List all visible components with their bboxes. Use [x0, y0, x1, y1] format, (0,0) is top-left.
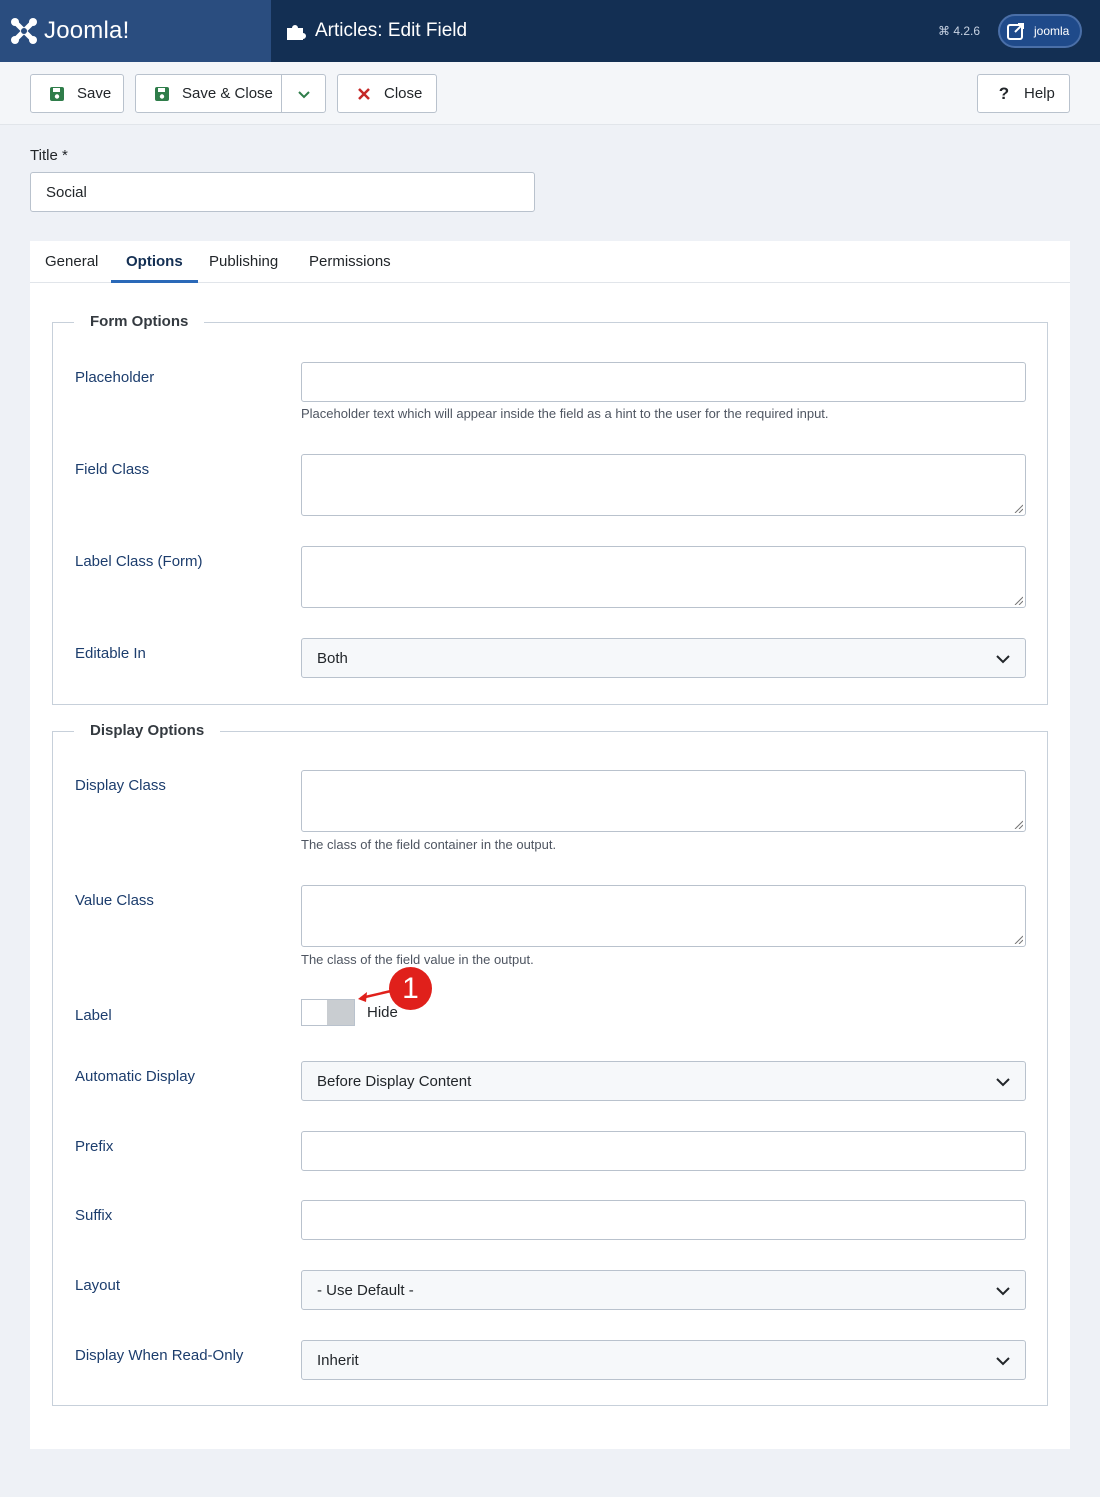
- save-button[interactable]: Save: [30, 74, 124, 113]
- question-icon: ?: [998, 83, 1010, 103]
- save-close-button[interactable]: Save & Close: [135, 74, 282, 113]
- display-class-label: Display Class: [75, 777, 166, 794]
- editable-in-value: Both: [317, 649, 348, 667]
- chevron-down-icon: [297, 90, 310, 98]
- save-close-label: Save & Close: [182, 85, 273, 102]
- user-label: joomla: [1034, 24, 1070, 38]
- logo-text: Joomla!: [44, 17, 130, 44]
- label-toggle-state: Hide: [367, 1004, 398, 1021]
- resize-grip-icon[interactable]: [1013, 819, 1023, 829]
- save-options-dropdown-button[interactable]: [281, 74, 326, 113]
- layout-label: Layout: [75, 1277, 121, 1294]
- suffix-label: Suffix: [75, 1207, 113, 1224]
- prefix-label: Prefix: [75, 1138, 114, 1155]
- help-button[interactable]: ? Help: [977, 74, 1070, 113]
- resize-grip-icon[interactable]: [1013, 503, 1023, 513]
- chevron-down-icon: [996, 1287, 1010, 1296]
- close-label: Close: [384, 85, 423, 102]
- save-icon: [155, 86, 169, 101]
- toggle-knob: [327, 1000, 354, 1025]
- value-class-hint: The class of the field value in the outp…: [301, 952, 534, 967]
- chevron-down-icon: [996, 1078, 1010, 1087]
- header-bar: Joomla! Articles: Edit Field ⌘ 4.2.6 joo…: [0, 0, 1100, 62]
- display-options-legend: Display Options: [74, 722, 221, 739]
- version-label: ⌘ 4.2.6: [938, 24, 981, 38]
- editable-in-label: Editable In: [75, 645, 146, 662]
- puzzle-icon: [287, 25, 306, 40]
- label-field-label: Label: [75, 1007, 112, 1024]
- external-link-icon: [1007, 23, 1024, 40]
- display-class-hint: The class of the field container in the …: [301, 837, 557, 852]
- read-only-label: Display When Read-Only: [75, 1347, 244, 1364]
- form-options-legend: Form Options: [74, 313, 205, 330]
- read-only-select[interactable]: Inherit: [301, 1340, 1026, 1380]
- resize-grip-icon[interactable]: [1013, 934, 1023, 944]
- label-class-label: Label Class (Form): [75, 553, 203, 570]
- placeholder-hint: Placeholder text which will appear insid…: [301, 406, 829, 421]
- automatic-display-select[interactable]: Before Display Content: [301, 1061, 1026, 1101]
- placeholder-label: Placeholder: [75, 369, 155, 386]
- suffix-input[interactable]: [301, 1200, 1026, 1240]
- close-button[interactable]: Close: [337, 74, 437, 113]
- field-class-textarea[interactable]: [301, 454, 1026, 516]
- editable-in-select[interactable]: Both: [301, 638, 1026, 678]
- save-icon: [50, 86, 64, 101]
- title-label: Title *: [30, 147, 68, 164]
- title-input[interactable]: Social: [30, 172, 535, 212]
- tab-options[interactable]: Options: [111, 241, 198, 283]
- annotation-marker: 1: [389, 967, 432, 1010]
- layout-value: - Use Default -: [317, 1281, 414, 1299]
- layout-select[interactable]: - Use Default -: [301, 1270, 1026, 1310]
- chevron-down-icon: [996, 655, 1010, 664]
- tab-publishing[interactable]: Publishing: [194, 241, 293, 283]
- prefix-input[interactable]: [301, 1131, 1026, 1171]
- tab-permissions[interactable]: Permissions: [294, 241, 406, 283]
- automatic-display-label: Automatic Display: [75, 1068, 196, 1085]
- display-class-textarea[interactable]: [301, 770, 1026, 832]
- close-icon: [358, 87, 370, 100]
- tab-bar: General Options Publishing Permissions: [30, 241, 1070, 283]
- value-class-label: Value Class: [75, 892, 154, 909]
- help-label: Help: [1024, 85, 1055, 102]
- save-label: Save: [77, 85, 112, 102]
- resize-grip-icon[interactable]: [1013, 595, 1023, 605]
- user-menu-button[interactable]: joomla: [998, 14, 1082, 48]
- label-toggle-switch[interactable]: [301, 999, 355, 1026]
- version-number: 4.2.6: [953, 24, 981, 38]
- chevron-down-icon: [996, 1357, 1010, 1366]
- placeholder-input[interactable]: [301, 362, 1026, 402]
- page-title: Articles: Edit Field: [285, 0, 467, 62]
- joomla-logo[interactable]: Joomla!: [0, 0, 271, 62]
- page-title-text: Articles: Edit Field: [315, 20, 468, 41]
- toolbar: Save Save & Close Close ? Help: [0, 62, 1100, 125]
- label-class-textarea[interactable]: [301, 546, 1026, 608]
- title-value: Social: [46, 183, 87, 201]
- tab-general[interactable]: General: [30, 241, 113, 283]
- joomla-logo-icon: [11, 18, 37, 44]
- field-class-label: Field Class: [75, 461, 150, 478]
- read-only-value: Inherit: [317, 1351, 359, 1369]
- automatic-display-value: Before Display Content: [317, 1072, 472, 1090]
- value-class-textarea[interactable]: [301, 885, 1026, 947]
